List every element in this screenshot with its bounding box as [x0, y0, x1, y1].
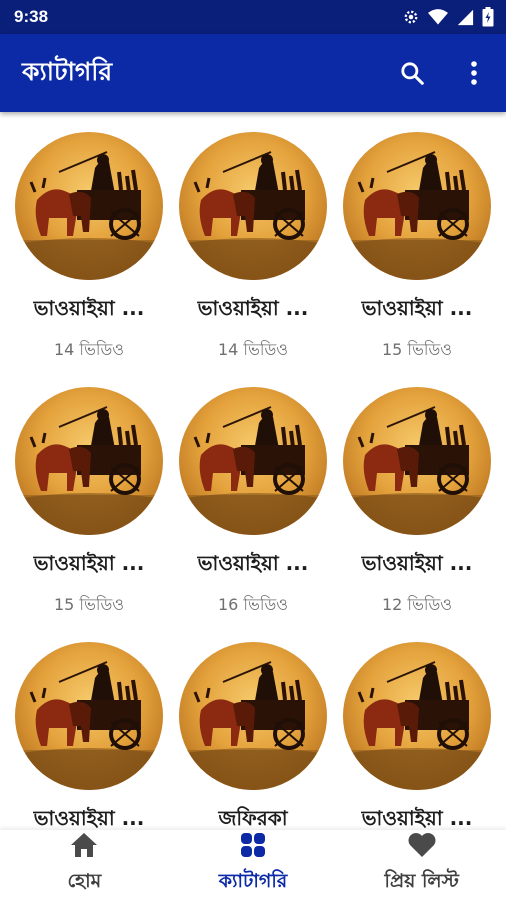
category-card[interactable]: ভাওয়াইয়া ... 14 ভিডিও — [5, 132, 173, 364]
status-time: 9:38 — [14, 7, 49, 26]
page-title: ক্যাটাগরি — [22, 56, 113, 86]
category-video-count: 16 ভিডিও — [217, 595, 289, 614]
category-thumbnail — [343, 132, 491, 280]
category-card[interactable]: ভাওয়াইয়া ... 12 ভিডিও — [333, 387, 501, 619]
category-card[interactable]: ভাওয়াইয়া ... 14 ভিডিও — [169, 132, 337, 364]
grid-icon — [239, 831, 267, 863]
category-video-count: 15 ভিডিও — [381, 340, 453, 359]
category-video-count: 12 ভিডিও — [381, 595, 453, 614]
category-title: ভাওয়াইয়া ... — [33, 551, 145, 575]
nav-label-category: ক্যাটাগরি — [218, 870, 288, 892]
nav-item-category[interactable]: ক্যাটাগরি — [169, 830, 338, 900]
category-video-count: 15 ভিডিও — [53, 595, 125, 614]
category-card[interactable]: ভাওয়াইয়া ... 15 ভিডিও — [333, 132, 501, 364]
category-title: ভাওয়াইয়া ... — [33, 806, 145, 830]
category-thumbnail — [15, 642, 163, 790]
battery-icon — [482, 7, 494, 27]
settings-gear-icon — [402, 8, 420, 26]
category-title: ভাওয়াইয়া ... — [197, 296, 309, 320]
category-card[interactable]: ভাওয়াইয়া ... 16 ভিডিও — [169, 387, 337, 619]
category-thumbnail — [15, 387, 163, 535]
app-bar: ক্যাটাগরি — [0, 34, 506, 112]
category-video-count: 14 ভিডিও — [53, 340, 125, 359]
category-card[interactable]: ভাওয়াইয়া ... 15 ভিডিও — [5, 387, 173, 619]
category-grid: ভাওয়াইয়া ... 14 ভিডিও ভাওয়াইয়া ... 1… — [0, 112, 506, 830]
category-thumbnail — [179, 387, 327, 535]
wifi-icon — [428, 8, 448, 26]
category-title: ভাওয়াইয়া ... — [361, 296, 473, 320]
category-title: ভাওয়াইয়া ... — [361, 551, 473, 575]
nav-label-favorites: প্রিয় লিস্ট — [384, 870, 459, 892]
category-card[interactable]: ভাওয়াইয়া ... — [333, 642, 501, 830]
category-thumbnail — [343, 642, 491, 790]
category-thumbnail — [179, 132, 327, 280]
category-title: জফিরকা — [218, 806, 288, 830]
heart-icon — [407, 831, 437, 863]
category-title: ভাওয়াইয়া ... — [197, 551, 309, 575]
nav-item-favorites[interactable]: প্রিয় লিস্ট — [337, 830, 506, 900]
category-video-count: 14 ভিডিও — [217, 340, 289, 359]
app-bar-actions — [398, 59, 488, 87]
category-title: ভাওয়াইয়া ... — [33, 296, 145, 320]
nav-item-home[interactable]: হোম — [0, 830, 169, 900]
category-thumbnail — [179, 642, 327, 790]
category-card[interactable]: জফিরকা — [169, 642, 337, 830]
search-icon[interactable] — [398, 59, 426, 87]
more-vert-icon[interactable] — [460, 59, 488, 87]
signal-icon — [456, 8, 474, 26]
category-title: ভাওয়াইয়া ... — [361, 806, 473, 830]
category-thumbnail — [15, 132, 163, 280]
nav-label-home: হোম — [67, 870, 102, 892]
status-icons — [402, 7, 494, 27]
home-icon — [69, 831, 99, 863]
category-thumbnail — [343, 387, 491, 535]
bottom-navigation: হোম ক্যাটাগরি প্রিয় লিস্ট — [0, 830, 506, 900]
category-card[interactable]: ভাওয়াইয়া ... — [5, 642, 173, 830]
status-bar: 9:38 — [0, 0, 506, 34]
